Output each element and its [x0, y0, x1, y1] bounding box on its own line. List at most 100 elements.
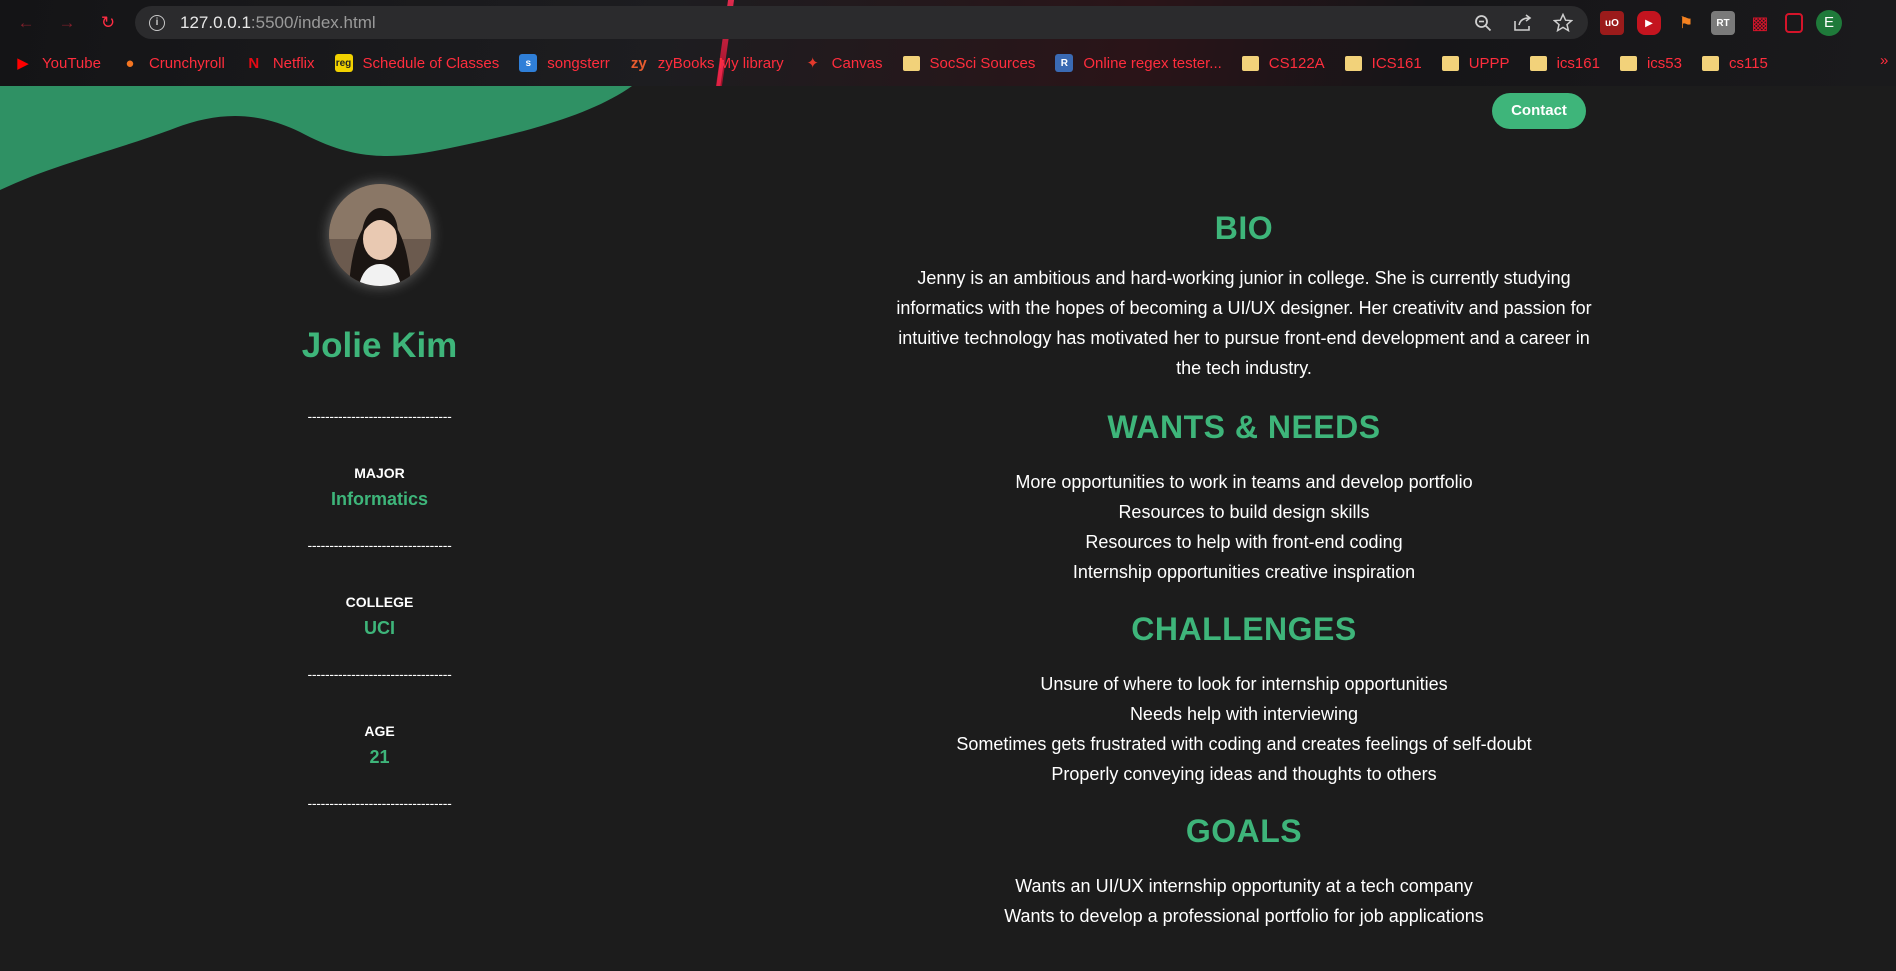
- bio-text: Jenny is an ambitious and hard-working j…: [896, 268, 1592, 378]
- youtube-ext-icon[interactable]: ▶: [1637, 11, 1661, 35]
- bookmark-item[interactable]: zy zyBooks My library: [630, 54, 784, 72]
- folder-icon: [1441, 55, 1459, 71]
- rt-icon[interactable]: RT: [1711, 11, 1735, 35]
- bookmark-item[interactable]: N Netflix: [245, 54, 315, 72]
- section-title-wants: WANTS & NEEDS: [1107, 409, 1381, 445]
- url-text[interactable]: 127.0.0.1:5500/index.html: [180, 13, 376, 33]
- canvas-icon: ✦: [806, 55, 819, 72]
- bookmark-label: ICS161: [1371, 54, 1422, 72]
- zoom-icon[interactable]: [1472, 12, 1494, 34]
- list-item: Unsure of where to look for internship o…: [1040, 674, 1448, 694]
- bookmark-label: Netflix: [272, 54, 315, 72]
- puzzle-icon[interactable]: ▩: [1748, 11, 1772, 35]
- list-item: Resources to build design skills: [1118, 502, 1370, 522]
- divider: ---------------------------------: [307, 408, 452, 424]
- bookmark-label: YouTube: [42, 54, 101, 72]
- fact-value: Informatics: [330, 489, 429, 509]
- bookmark-item[interactable]: cs115: [1701, 55, 1768, 72]
- section-title-challenges: CHALLENGES: [1131, 611, 1357, 647]
- persona-details: BIO Jenny is an ambitious and hard-worki…: [744, 210, 1744, 931]
- fact-college: COLLEGE UCI: [277, 594, 482, 652]
- fact-age: AGE 21: [277, 723, 482, 781]
- list-item: Needs help with interviewing: [1129, 704, 1359, 724]
- songsterr-icon: s: [519, 54, 538, 72]
- bookmark-label: zyBooks My library: [657, 54, 784, 72]
- list-item: Properly conveying ideas and thoughts to…: [1051, 764, 1437, 784]
- netflix-icon: N: [248, 54, 260, 72]
- list-item: Wants to develop a professional portfoli…: [1004, 906, 1484, 926]
- list-item: Sometimes gets frustrated with coding an…: [956, 734, 1532, 754]
- nav-buttons: ← → ↻: [14, 11, 120, 35]
- wants-list: More opportunities to work in teams and …: [744, 467, 1744, 587]
- bookmark-item[interactable]: ics53: [1619, 54, 1682, 72]
- section-title-goals: GOALS: [1185, 813, 1303, 849]
- url-path: :5500/index.html: [250, 12, 376, 32]
- reload-icon[interactable]: ↻: [96, 11, 120, 35]
- zybooks-icon: zy: [630, 54, 647, 72]
- bookmark-label: Online regex tester...: [1083, 54, 1222, 72]
- back-arrow-icon[interactable]: ←: [14, 11, 38, 35]
- youtube-icon: ▶: [17, 55, 29, 72]
- list-item: Wants an UI/UX internship opportunity at…: [1015, 876, 1473, 896]
- divider: ---------------------------------: [307, 795, 452, 811]
- profile-sidebar: Jolie Kim ------------------------------…: [277, 184, 482, 813]
- extension-flag-icon[interactable]: ⚑: [1674, 11, 1698, 35]
- profile-avatar[interactable]: E: [1816, 10, 1842, 36]
- section-title-bio: BIO: [1214, 210, 1274, 246]
- address-bar-actions: [1472, 12, 1574, 34]
- fact-value: UCI: [364, 618, 395, 638]
- goals-list: Wants an UI/UX internship opportunity at…: [744, 871, 1744, 931]
- bookmark-star-icon[interactable]: [1552, 12, 1574, 34]
- browser-chrome: ← → ↻ i 127.0.0.1:5500/index.html uO ▶ ⚑…: [0, 0, 1896, 86]
- folder-icon: [902, 55, 920, 71]
- fact-label: COLLEGE: [345, 594, 414, 610]
- site-info-icon[interactable]: i: [149, 14, 165, 31]
- bookmark-item[interactable]: R Online regex tester...: [1055, 54, 1222, 72]
- bookmark-item[interactable]: ics161: [1529, 54, 1600, 72]
- share-icon[interactable]: [1512, 12, 1534, 34]
- fact-label: MAJOR: [354, 465, 405, 481]
- avatar: [328, 184, 431, 286]
- bookmark-item[interactable]: reg Schedule of Classes: [334, 54, 500, 72]
- reg-icon: reg: [334, 54, 353, 72]
- forward-arrow-icon[interactable]: →: [55, 11, 79, 35]
- sidebar-panel-icon[interactable]: [1785, 13, 1803, 33]
- divider: ---------------------------------: [307, 666, 452, 682]
- page-content: Contact Jolie Kim ----------------------…: [0, 86, 1896, 971]
- ublock-icon[interactable]: uO: [1600, 11, 1624, 35]
- bookmark-label: SocSci Sources: [929, 54, 1036, 72]
- bookmark-label: Crunchyroll: [148, 54, 225, 72]
- divider: ---------------------------------: [307, 537, 452, 553]
- profile-name: Jolie Kim: [301, 326, 458, 365]
- contact-button[interactable]: Contact: [1492, 93, 1586, 129]
- bookmark-item[interactable]: ▶ YouTube: [14, 54, 101, 73]
- folder-icon: [1619, 55, 1637, 71]
- bookmark-item[interactable]: ✦ Canvas: [804, 54, 882, 73]
- header-wave: [0, 86, 632, 190]
- fact-major: MAJOR Informatics: [277, 465, 482, 523]
- bookmark-label: UPPP: [1468, 54, 1510, 72]
- bookmark-item[interactable]: s songsterr: [519, 54, 610, 72]
- bookmark-item[interactable]: ICS161: [1344, 54, 1422, 72]
- bookmark-label: CS122A: [1268, 54, 1325, 72]
- bookmark-label: ics53: [1646, 54, 1682, 72]
- bookmarks-bar: ▶ YouTube ● Crunchyroll N Netflix reg Schedule …: [14, 52, 1788, 74]
- bookmarks-overflow-icon[interactable]: »: [1880, 52, 1888, 69]
- folder-icon: [1241, 55, 1259, 71]
- bookmark-label: Schedule of Classes: [362, 54, 500, 72]
- list-item: More opportunities to work in teams and …: [1015, 472, 1473, 492]
- crunchyroll-icon: ●: [125, 54, 135, 72]
- address-bar[interactable]: i 127.0.0.1:5500/index.html: [135, 6, 1588, 39]
- bookmark-item[interactable]: CS122A: [1241, 54, 1325, 72]
- bookmark-item[interactable]: UPPP: [1441, 54, 1510, 72]
- bookmark-item[interactable]: ● Crunchyroll: [121, 54, 225, 72]
- list-item: Internship opportunities creative inspir…: [1072, 562, 1416, 582]
- regex-icon: R: [1055, 54, 1074, 72]
- list-item: Resources to help with front-end coding: [1085, 532, 1403, 552]
- extension-icons: uO ▶ ⚑ RT ▩ E: [1600, 10, 1842, 36]
- bookmark-item[interactable]: SocSci Sources: [902, 54, 1036, 72]
- bookmark-label: ics161: [1556, 54, 1600, 72]
- fact-value: 21: [369, 747, 390, 767]
- folder-icon: [1344, 55, 1362, 71]
- folder-icon: [1529, 55, 1547, 71]
